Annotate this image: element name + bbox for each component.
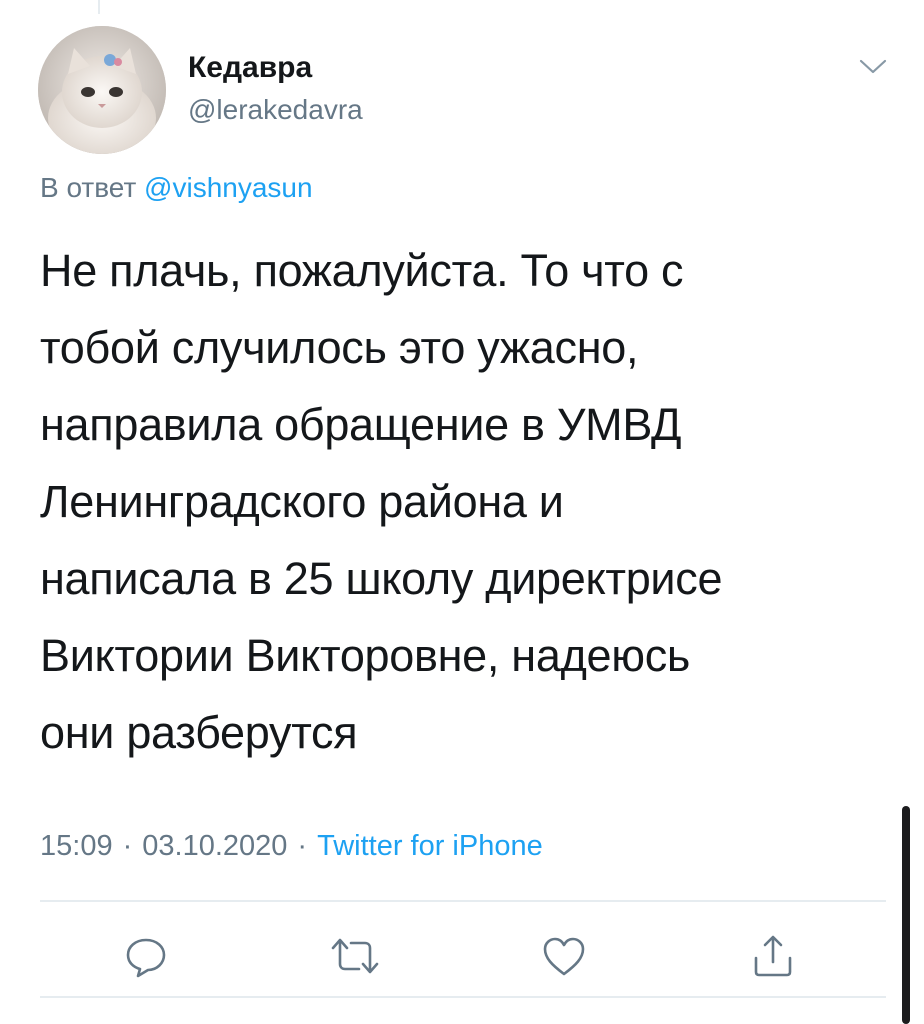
scrollbar[interactable] [902, 806, 910, 1024]
reply-context: В ответ @vishnyasun [40, 171, 313, 205]
share-button[interactable] [745, 928, 801, 984]
thread-connector-line [98, 0, 100, 14]
meta-separator: · [122, 830, 133, 862]
reply-icon [126, 938, 166, 978]
retweet-icon [331, 938, 379, 974]
reply-button[interactable] [118, 928, 174, 984]
tweet-text: Не плачь, пожалуйста. То что с тобой слу… [40, 245, 723, 758]
avatar-cat-image [38, 26, 166, 154]
divider [40, 996, 886, 998]
divider [40, 900, 886, 902]
tweet-source-link[interactable]: Twitter for iPhone [317, 830, 543, 862]
avatar[interactable] [38, 26, 166, 154]
like-button[interactable] [536, 928, 592, 984]
author-display-name[interactable]: Кедавра [188, 50, 312, 86]
tweet-meta: 15:09 · 03.10.2020 · Twitter for iPhone [40, 828, 543, 864]
retweet-button[interactable] [327, 928, 383, 984]
author-handle[interactable]: @lerakedavra [188, 93, 363, 127]
tweet-date: 03.10.2020 [142, 830, 288, 862]
meta-separator: · [297, 830, 308, 862]
tweet-time: 15:09 [40, 830, 113, 862]
reply-prefix: В ответ [40, 172, 137, 203]
reply-mention-link[interactable]: @vishnyasun [144, 172, 313, 203]
chevron-down-icon[interactable] [856, 52, 890, 80]
like-icon [543, 937, 585, 976]
share-icon [754, 935, 792, 977]
